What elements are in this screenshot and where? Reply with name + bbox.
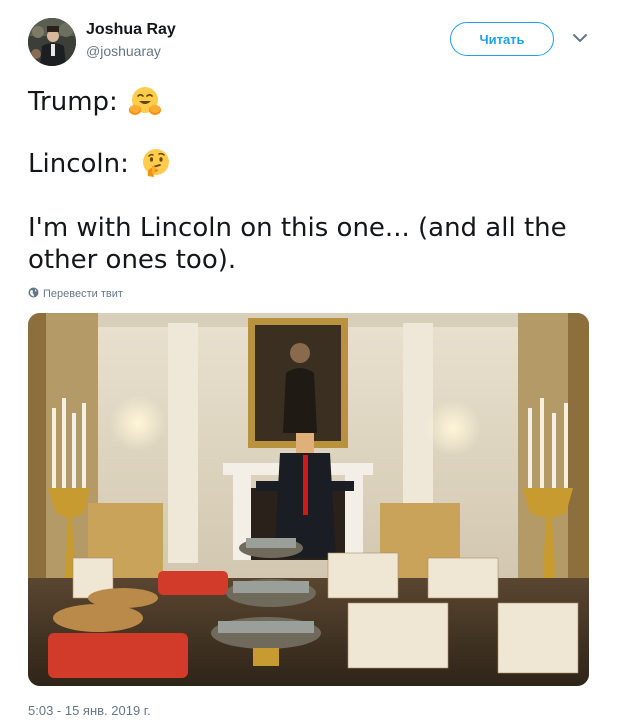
translate-label: Перевести твит (43, 288, 123, 300)
author-name[interactable]: Joshua Ray (86, 21, 176, 39)
hugging-face-emoji-icon (128, 84, 162, 118)
translate-tweet-link[interactable]: Перевести твит (28, 287, 123, 300)
tweet-header: Joshua Ray @joshuaray Читать (28, 18, 594, 68)
tweet-line-label: Trump: (28, 87, 118, 117)
author-handle[interactable]: @joshuaray (86, 43, 161, 59)
tweet-line-trump: Trump: (28, 84, 162, 118)
tweet-line-lincoln: Lincoln: (28, 146, 173, 180)
chevron-down-icon[interactable] (569, 27, 591, 49)
tweet-line-body: I'm with Lincoln on this one... (and all… (28, 213, 567, 275)
tweet-photo[interactable] (28, 313, 589, 686)
avatar[interactable] (28, 18, 76, 66)
follow-button[interactable]: Читать (450, 22, 554, 56)
globe-icon (28, 287, 39, 298)
tweet-timestamp[interactable]: 5:03 - 15 янв. 2019 г. (28, 703, 151, 718)
thinking-face-emoji-icon (139, 146, 173, 180)
tweet-line-label: Lincoln: (28, 149, 129, 179)
